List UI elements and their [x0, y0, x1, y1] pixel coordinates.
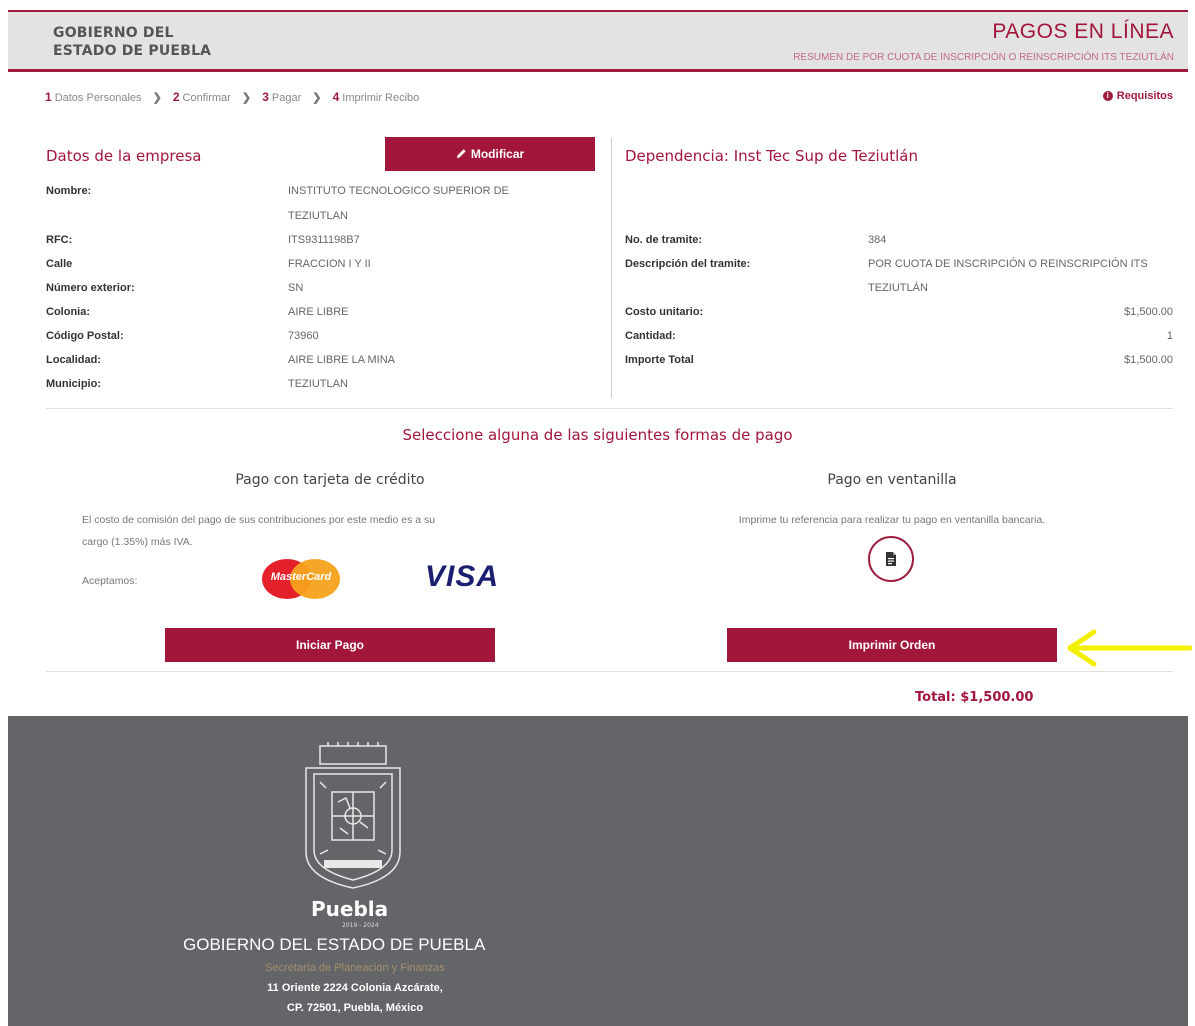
cantidad-label: Cantidad: — [625, 330, 676, 342]
modify-button[interactable]: Modificar — [385, 137, 595, 171]
puebla-years: 2019 - 2024 — [342, 922, 379, 929]
steps-breadcrumb: 1 Datos Personales ❯ 2 Confirmar ❯ 3 Pagar … — [45, 90, 419, 104]
desc-value-line2: TEZIUTLÁN — [868, 282, 928, 294]
cp-value: 73960 — [288, 330, 319, 342]
print-reference-button[interactable] — [868, 536, 914, 582]
num-ext-label: Número exterior: — [46, 282, 135, 294]
dependencia-section-title: Dependencia: Inst Tec Sup de Teziutlán — [625, 147, 918, 165]
start-payment-button[interactable]: Iniciar Pago — [165, 628, 495, 662]
pencil-icon — [456, 149, 466, 159]
footer-address-2: CP. 72501, Puebla, México — [286, 1002, 424, 1014]
step-1[interactable]: 1 Datos Personales — [45, 90, 142, 104]
step-2[interactable]: 2 Confirmar — [173, 90, 231, 104]
section-divider — [46, 408, 1173, 409]
puebla-coat-of-arms-logo — [305, 742, 401, 889]
tramite-value: 384 — [868, 234, 887, 246]
municipio-label: Municipio: — [46, 378, 101, 390]
chevron-right-icon: ❯ — [241, 92, 252, 104]
requisitos-link[interactable]: i Requisitos — [1102, 90, 1173, 102]
card-payment-desc-2: cargo (1.35%) más IVA. — [82, 536, 193, 548]
colonia-value: AIRE LIBRE — [288, 306, 349, 318]
site-footer — [8, 716, 1188, 1026]
info-icon: i — [1102, 91, 1113, 102]
payment-heading: Seleccione alguna de las siguientes form… — [402, 426, 793, 444]
puebla-wordmark: Puebla — [311, 897, 389, 921]
rfc-value: ITS9311198B7 — [288, 234, 360, 246]
totals-divider — [46, 671, 1173, 672]
step-3[interactable]: 3 Pagar — [262, 90, 301, 104]
cantidad-value: 1 — [1166, 330, 1173, 342]
modify-button-label: Modificar — [470, 147, 525, 161]
localidad-label: Localidad: — [46, 354, 102, 366]
chevron-right-icon: ❯ — [312, 92, 322, 104]
brand-line-1: GOBIERNO DEL — [53, 25, 174, 41]
desc-label: Descripción del tramite: — [625, 258, 751, 270]
accept-label: Aceptamos: — [82, 575, 138, 587]
chevron-right-icon: ❯ — [152, 92, 162, 104]
nombre-label: Nombre: — [46, 185, 92, 197]
order-total: Total: $1,500.00 — [915, 690, 1034, 705]
num-ext-value: SN — [288, 282, 304, 294]
arrow-left-icon — [1067, 629, 1192, 667]
window-payment-desc: Imprime tu referencia para realizar tu p… — [738, 514, 1046, 526]
colonia-label: Colonia: — [46, 306, 90, 318]
municipio-value: TEZIUTLAN — [288, 378, 348, 390]
desc-value-line1: POR CUOTA DE INSCRIPCIÓN O REINSCRIPCIÓN… — [868, 258, 1148, 270]
calle-label: Calle — [46, 258, 73, 270]
card-payment-desc-1: El costo de comisión del pago de sus con… — [82, 514, 436, 526]
localidad-value: AIRE LIBRE LA MINA — [288, 354, 395, 366]
nombre-value-line2: TEZIUTLAN — [288, 210, 348, 222]
window-payment-title: Pago en ventanilla — [827, 472, 957, 488]
page-subtitle: RESUMEN DE POR CUOTA DE INSCRIPCIÓN O RE… — [793, 52, 1174, 63]
costo-value: $1,500.00 — [1124, 306, 1173, 318]
tramite-label: No. de tramite: — [625, 234, 703, 246]
top-strip — [0, 0, 1195, 10]
costo-label: Costo unitario: — [625, 306, 704, 318]
page-title: PAGOS EN LÍNEA — [992, 20, 1174, 43]
rfc-label: RFC: — [46, 234, 73, 246]
brand-line-2: ESTADO DE PUEBLA — [53, 43, 212, 59]
cp-label: Código Postal: — [46, 330, 124, 342]
document-icon — [886, 552, 896, 566]
step-4[interactable]: 4 Imprimir Recibo — [333, 90, 420, 104]
importe-label: Importe Total — [625, 354, 694, 366]
mastercard-text: MasterCard — [270, 571, 332, 583]
brand-logo-text[interactable]: GOBIERNO DEL ESTADO DE PUEBLA — [53, 24, 211, 60]
importe-value: $1,500.00 — [1124, 354, 1173, 366]
site-header: GOBIERNO DEL ESTADO DE PUEBLA PAGOS EN L… — [8, 10, 1188, 72]
print-order-button[interactable]: Imprimir Orden — [727, 628, 1057, 662]
empresa-section-title: Datos de la empresa — [46, 147, 202, 165]
footer-address-1: 11 Oriente 2224 Colonia Azcárate, — [267, 982, 443, 994]
nombre-value-line1: INSTITUTO TECNOLOGICO SUPERIOR DE — [288, 185, 509, 197]
card-payment-title: Pago con tarjeta de crédito — [235, 472, 425, 488]
requisitos-label: Requisitos — [1116, 90, 1173, 102]
column-divider — [611, 138, 612, 398]
calle-value: FRACCION I Y II — [288, 258, 371, 270]
visa-logo: VISA — [425, 560, 500, 593]
footer-gov-name: GOBIERNO DEL ESTADO DE PUEBLA — [183, 935, 486, 954]
footer-secretaria: Secretaría de Planeación y Finanzas — [265, 962, 445, 974]
mastercard-logo: MasterCard — [262, 559, 340, 599]
